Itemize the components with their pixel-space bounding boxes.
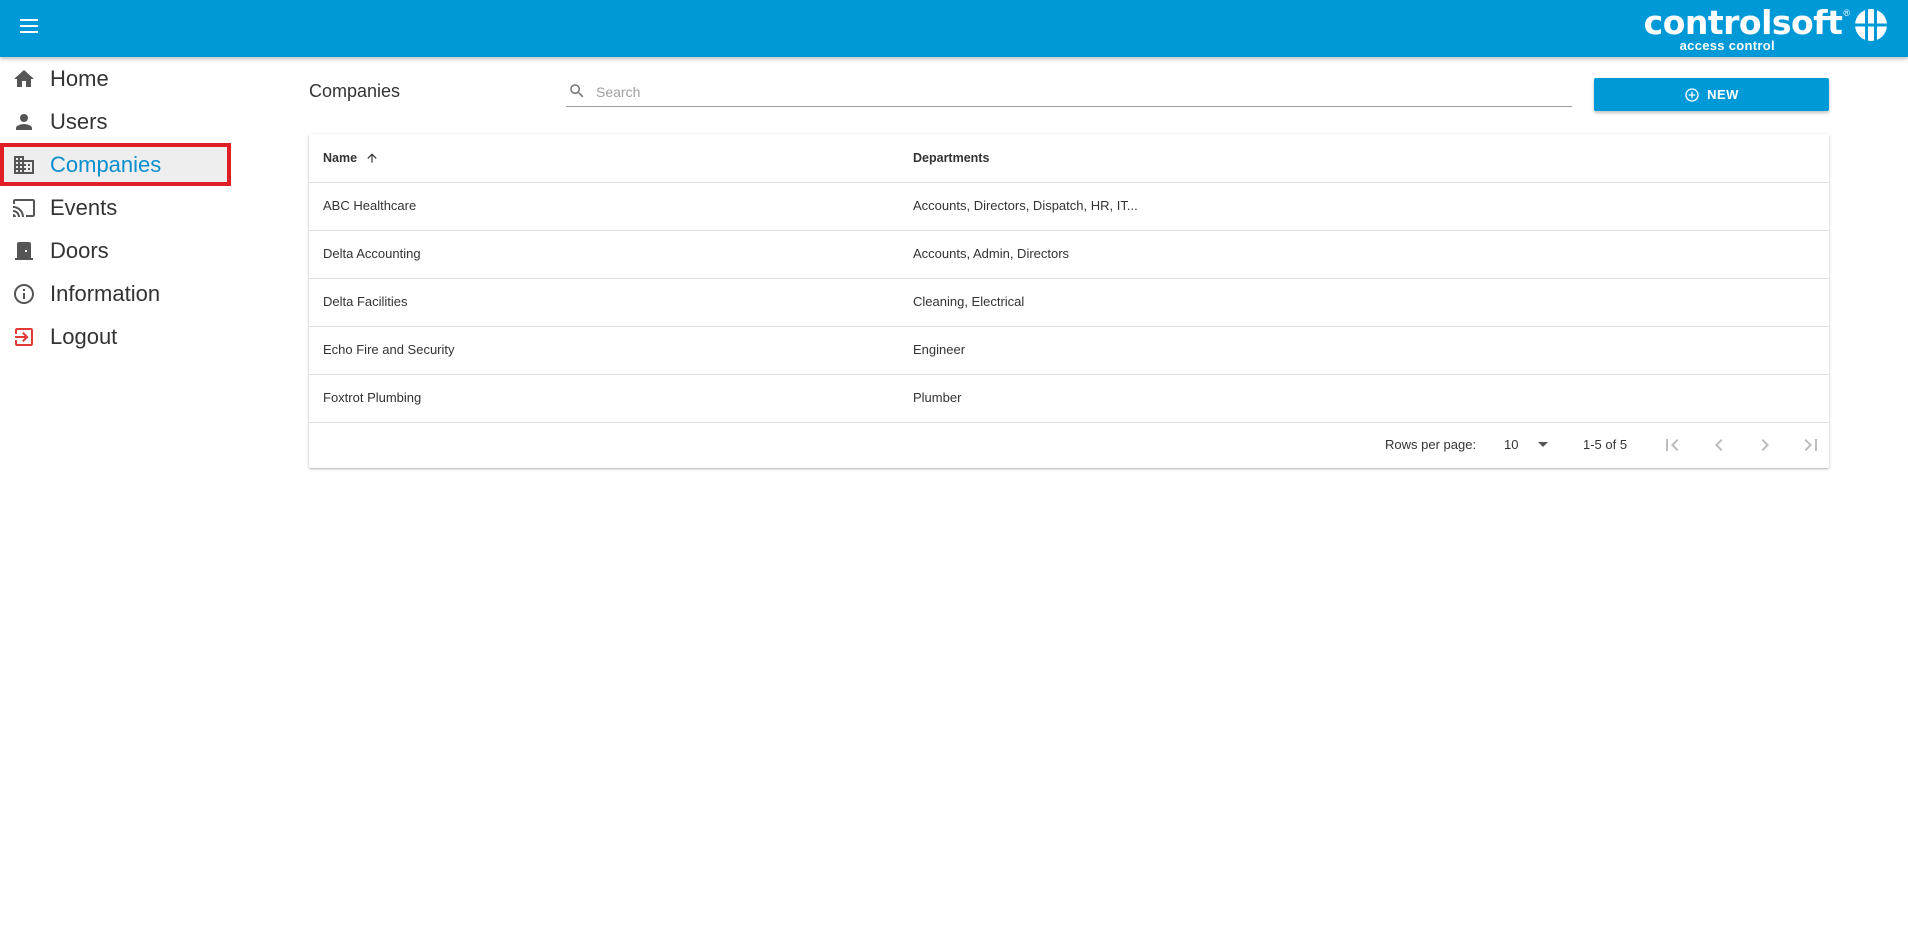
brand-tagline: access control: [1679, 38, 1775, 53]
app-bar: controlsoft ® access control: [0, 0, 1908, 57]
arrow-up-icon: [366, 153, 377, 163]
table-row[interactable]: Delta Accounting Accounts, Admin, Direct…: [309, 230, 1829, 279]
last-page-icon[interactable]: [1799, 433, 1823, 457]
departments-cell: Accounts, Admin, Directors: [913, 246, 1070, 261]
brand-mark-icon: [1854, 8, 1888, 42]
home-icon: [11, 66, 37, 92]
search-input[interactable]: [594, 80, 1558, 104]
rows-per-page-label: Rows per page:: [1385, 437, 1477, 452]
departments-cell: Plumber: [913, 390, 962, 405]
page-title: Companies: [309, 81, 401, 101]
table-row[interactable]: Foxtrot Plumbing Plumber: [309, 374, 1829, 423]
sidebar-item-events[interactable]: Events: [0, 186, 232, 229]
sidebar-item-label: Companies: [50, 151, 162, 177]
sidebar-item-label: Home: [50, 65, 109, 91]
column-header-departments[interactable]: Departments: [913, 134, 989, 182]
person-icon: [11, 109, 37, 135]
brand-logo: controlsoft ® access control: [1644, 6, 1888, 54]
search-icon: [570, 84, 584, 98]
pagination-range: 1-5 of 5: [1583, 437, 1628, 452]
sidebar-item-home[interactable]: Home: [0, 57, 232, 100]
door-icon: [11, 238, 37, 264]
sidebar-item-label: Events: [50, 194, 118, 220]
new-button-label: NEW: [1707, 87, 1739, 102]
sidebar-item-label: Doors: [50, 237, 109, 263]
sidebar-item-label: Information: [50, 280, 161, 306]
departments-cell: Accounts, Directors, Dispatch, HR, IT...: [913, 198, 1138, 213]
departments-cell: Cleaning, Electrical: [913, 294, 1025, 309]
brand-name: controlsoft: [1643, 3, 1843, 42]
dropdown-arrow-icon: [1538, 442, 1548, 447]
table-row[interactable]: ABC Healthcare Accounts, Directors, Disp…: [309, 182, 1829, 231]
logout-icon: [11, 324, 37, 350]
building-icon: [11, 152, 37, 178]
sidebar-item-label: Logout: [50, 323, 118, 349]
rows-per-page-select[interactable]: 10: [1504, 437, 1558, 452]
rows-per-page-value: 10: [1504, 437, 1519, 452]
sidebar-item-companies[interactable]: Companies: [0, 143, 231, 186]
table-row[interactable]: Delta Facilities Cleaning, Electrical: [309, 278, 1829, 327]
hamburger-menu-icon[interactable]: [20, 19, 38, 33]
sidebar-item-doors[interactable]: Doors: [0, 229, 232, 272]
sidebar-item-label: Users: [50, 108, 108, 134]
next-page-icon[interactable]: [1753, 433, 1777, 457]
info-icon: [11, 281, 37, 307]
table-pagination: Rows per page: 10 1-5 of 5: [309, 422, 1829, 468]
first-page-icon[interactable]: [1660, 433, 1684, 457]
cast-icon: [11, 195, 37, 221]
column-header-label: Name: [323, 151, 358, 165]
sidebar-item-users[interactable]: Users: [0, 100, 232, 143]
company-name-cell: Echo Fire and Security: [323, 342, 455, 357]
previous-page-icon[interactable]: [1707, 433, 1731, 457]
brand-registered-mark: ®: [1843, 8, 1850, 18]
company-name-cell: Foxtrot Plumbing: [323, 390, 422, 405]
add-circle-icon: [1685, 87, 1699, 102]
new-company-button[interactable]: NEW: [1594, 78, 1829, 111]
company-name-cell: Delta Accounting: [323, 246, 421, 261]
sidebar-item-information[interactable]: Information: [0, 272, 232, 315]
table-header-row: Name Departments: [309, 134, 1829, 183]
sidebar-item-logout[interactable]: Logout: [0, 315, 232, 358]
search-field: [566, 76, 1572, 107]
column-header-name[interactable]: Name: [323, 134, 379, 182]
column-header-label: Departments: [913, 151, 990, 165]
company-name-cell: ABC Healthcare: [323, 198, 417, 213]
company-name-cell: Delta Facilities: [323, 294, 408, 309]
companies-table: Name Departments ABC Healthcare Accounts…: [309, 134, 1829, 468]
table-row[interactable]: Echo Fire and Security Engineer: [309, 326, 1829, 375]
departments-cell: Engineer: [913, 342, 966, 357]
sidebar-nav: Home Users Companies Events Doors Inform…: [0, 57, 232, 358]
